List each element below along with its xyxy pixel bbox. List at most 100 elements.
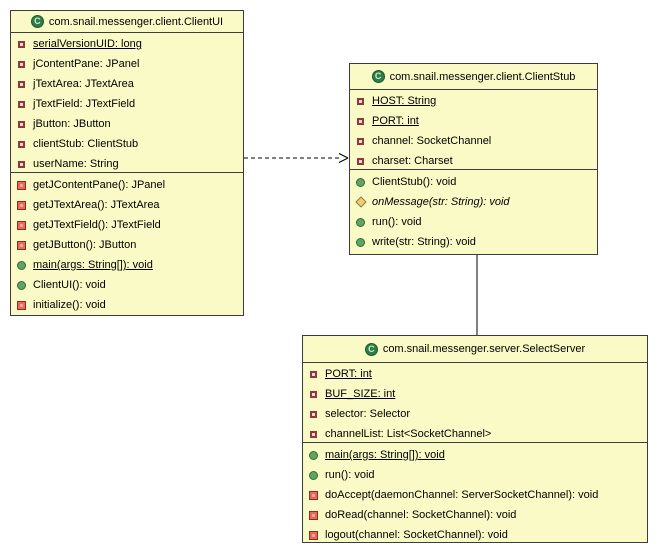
field-row[interactable]: jContentPane: JPanel	[11, 54, 243, 74]
public-method-icon	[355, 217, 366, 228]
method-row[interactable]: getJButton(): JButton	[11, 235, 243, 255]
method-row[interactable]: getJTextField(): JTextField	[11, 215, 243, 235]
dependency-arrow-clientui-to-clientstub[interactable]	[244, 153, 349, 163]
class-box-clientstub[interactable]: C com.snail.messenger.client.ClientStub …	[349, 63, 598, 255]
private-field-icon	[16, 79, 27, 90]
member-text: main(args: String[]): void	[325, 449, 445, 461]
field-row[interactable]: channelList: List<SocketChannel>	[303, 424, 647, 444]
private-method-icon	[16, 200, 27, 211]
private-method-icon	[308, 490, 319, 501]
class-icon: C	[30, 15, 44, 28]
class-title-clientui[interactable]: C com.snail.messenger.client.ClientUI	[11, 11, 243, 32]
fields-section: HOST: String PORT: int channel: SocketCh…	[350, 89, 597, 169]
private-method-icon	[16, 180, 27, 191]
class-title-selectserver[interactable]: C com.snail.messenger.server.SelectServe…	[303, 336, 647, 362]
class-icon: C	[371, 70, 385, 83]
member-text: jButton: JButton	[33, 118, 111, 130]
private-field-icon	[355, 96, 366, 107]
method-row[interactable]: doAccept(daemonChannel: ServerSocketChan…	[303, 485, 647, 505]
method-row[interactable]: onMessage(str: String): void	[350, 192, 597, 212]
method-row[interactable]: run(): void	[303, 465, 647, 485]
field-row[interactable]: jTextArea: JTextArea	[11, 74, 243, 94]
field-row[interactable]: jButton: JButton	[11, 114, 243, 134]
method-row[interactable]: initialize(): void	[11, 295, 243, 315]
member-text: getJContentPane(): JPanel	[33, 179, 166, 191]
member-text: main(args: String[]): void	[33, 259, 153, 271]
member-text: BUF_SIZE: int	[325, 388, 396, 400]
public-method-icon	[16, 260, 27, 271]
field-row[interactable]: BUF_SIZE: int	[303, 384, 647, 404]
method-row[interactable]: ClientStub(): void	[350, 172, 597, 192]
member-text: run(): void	[372, 216, 422, 228]
class-box-selectserver[interactable]: C com.snail.messenger.server.SelectServe…	[302, 335, 648, 543]
field-row[interactable]: clientStub: ClientStub	[11, 134, 243, 154]
private-field-icon	[355, 116, 366, 127]
private-field-icon	[16, 59, 27, 70]
field-row[interactable]: PORT: int	[350, 111, 597, 131]
member-text: jTextArea: JTextArea	[33, 78, 134, 90]
member-text: jTextField: JTextField	[33, 98, 136, 110]
method-row[interactable]: run(): void	[350, 212, 597, 232]
member-text: logout(channel: SocketChannel): void	[325, 529, 508, 541]
field-row[interactable]: channel: SocketChannel	[350, 131, 597, 151]
public-method-icon	[16, 280, 27, 291]
method-row[interactable]: getJContentPane(): JPanel	[11, 175, 243, 195]
method-row[interactable]: main(args: String[]): void	[11, 255, 243, 275]
field-row[interactable]: userName: String	[11, 154, 243, 174]
method-row[interactable]: getJTextArea(): JTextArea	[11, 195, 243, 215]
member-text: run(): void	[325, 469, 375, 481]
member-text: write(str: String): void	[372, 236, 476, 248]
member-text: getJTextField(): JTextField	[33, 219, 161, 231]
private-field-icon	[308, 409, 319, 420]
field-row[interactable]: PORT: int	[303, 364, 647, 384]
private-field-icon	[16, 119, 27, 130]
class-name: com.snail.messenger.client.ClientUI	[48, 15, 224, 28]
private-field-icon	[308, 389, 319, 400]
method-row[interactable]: ClientUI(): void	[11, 275, 243, 295]
member-text: ClientUI(): void	[33, 279, 106, 291]
field-row[interactable]: HOST: String	[350, 91, 597, 111]
uml-diagram-canvas: C com.snail.messenger.client.ClientUI se…	[0, 0, 658, 553]
fields-section: PORT: int BUF_SIZE: int selector: Select…	[303, 362, 647, 442]
method-row[interactable]: logout(channel: SocketChannel): void	[303, 525, 647, 545]
field-row[interactable]: charset: Charset	[350, 151, 597, 171]
method-row[interactable]: main(args: String[]): void	[303, 445, 647, 465]
private-field-icon	[16, 159, 27, 170]
member-text: selector: Selector	[325, 408, 410, 420]
member-text: channel: SocketChannel	[372, 135, 492, 147]
method-row[interactable]: write(str: String): void	[350, 232, 597, 252]
method-row[interactable]: doRead(channel: SocketChannel): void	[303, 505, 647, 525]
field-row[interactable]: serialVersionUID: long	[11, 34, 243, 54]
class-name: com.snail.messenger.client.ClientStub	[389, 70, 576, 83]
private-method-icon	[308, 530, 319, 541]
member-text: PORT: int	[325, 368, 372, 380]
private-field-icon	[16, 99, 27, 110]
member-text: onMessage(str: String): void	[372, 196, 510, 208]
class-title-clientstub[interactable]: C com.snail.messenger.client.ClientStub	[350, 64, 597, 89]
member-text: jContentPane: JPanel	[33, 58, 140, 70]
field-row[interactable]: jTextField: JTextField	[11, 94, 243, 114]
member-text: getJButton(): JButton	[33, 239, 137, 251]
private-field-icon	[308, 429, 319, 440]
member-text: channelList: List<SocketChannel>	[325, 428, 492, 440]
private-method-icon	[16, 300, 27, 311]
class-box-clientui[interactable]: C com.snail.messenger.client.ClientUI se…	[10, 10, 244, 316]
public-method-icon	[308, 450, 319, 461]
private-field-icon	[355, 156, 366, 167]
public-method-icon	[355, 177, 366, 188]
protected-method-icon	[355, 197, 366, 208]
private-method-icon	[308, 510, 319, 521]
private-field-icon	[16, 39, 27, 50]
fields-section: serialVersionUID: long jContentPane: JPa…	[11, 32, 243, 172]
member-text: doRead(channel: SocketChannel): void	[325, 509, 517, 521]
member-text: charset: Charset	[372, 155, 453, 167]
field-row[interactable]: selector: Selector	[303, 404, 647, 424]
methods-section: getJContentPane(): JPanel getJTextArea()…	[11, 172, 243, 315]
member-text: getJTextArea(): JTextArea	[33, 199, 160, 211]
member-text: serialVersionUID: long	[33, 38, 142, 50]
private-method-icon	[16, 220, 27, 231]
class-icon: C	[364, 342, 378, 356]
private-field-icon	[308, 369, 319, 380]
member-text: userName: String	[33, 158, 119, 170]
member-text: ClientStub(): void	[372, 176, 457, 188]
